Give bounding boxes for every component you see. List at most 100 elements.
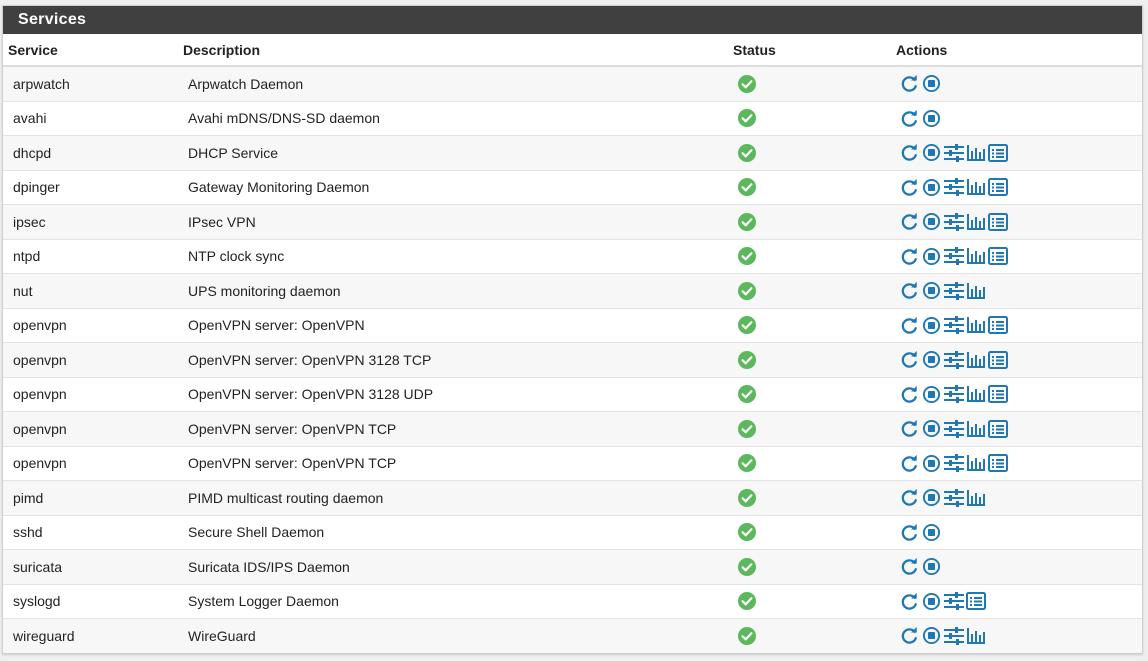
service-status-cell: [728, 100, 890, 136]
restart-icon[interactable]: [900, 419, 921, 439]
restart-icon[interactable]: [900, 212, 921, 232]
stop-icon[interactable]: [922, 212, 943, 232]
table-row: openvpn OpenVPN server: OpenVPN 3128 TCP: [3, 342, 1142, 377]
status-running-icon: [738, 350, 890, 369]
restart-icon[interactable]: [900, 488, 921, 508]
settings-sliders-icon[interactable]: [944, 212, 965, 232]
log-list-icon[interactable]: [988, 246, 1009, 266]
restart-icon[interactable]: [900, 315, 921, 335]
bar-chart-icon[interactable]: [966, 143, 987, 163]
restart-icon[interactable]: [900, 626, 921, 646]
log-list-icon[interactable]: [988, 384, 1009, 404]
settings-sliders-icon[interactable]: [944, 281, 965, 301]
service-name: dhcpd: [3, 135, 178, 170]
status-running-icon: [738, 143, 890, 162]
status-running-icon: [738, 592, 890, 611]
log-list-icon[interactable]: [988, 177, 1009, 197]
stop-icon[interactable]: [922, 143, 943, 163]
action-buttons: [900, 171, 1142, 205]
stop-icon[interactable]: [922, 177, 943, 197]
bar-chart-icon[interactable]: [966, 177, 987, 197]
service-description: PIMD multicast routing daemon: [178, 480, 728, 515]
stop-icon[interactable]: [922, 74, 943, 94]
settings-sliders-icon[interactable]: [944, 177, 965, 197]
restart-icon[interactable]: [900, 384, 921, 404]
action-buttons: [900, 274, 1142, 308]
stop-icon[interactable]: [922, 108, 943, 128]
log-list-icon[interactable]: [988, 315, 1009, 335]
log-list-icon[interactable]: [988, 143, 1009, 163]
service-description: Secure Shell Daemon: [178, 514, 728, 550]
action-buttons: [900, 412, 1142, 446]
bar-chart-icon[interactable]: [966, 488, 987, 508]
panel-title: Services: [3, 6, 1142, 34]
settings-sliders-icon[interactable]: [944, 419, 965, 439]
restart-icon[interactable]: [900, 281, 921, 301]
bar-chart-icon[interactable]: [966, 626, 987, 646]
log-list-icon[interactable]: [988, 350, 1009, 370]
bar-chart-icon[interactable]: [966, 453, 987, 473]
restart-icon[interactable]: [900, 522, 921, 542]
stop-icon[interactable]: [922, 315, 943, 335]
stop-icon[interactable]: [922, 626, 943, 646]
service-status-cell: [728, 549, 890, 584]
log-list-icon[interactable]: [966, 591, 987, 611]
stop-icon[interactable]: [922, 419, 943, 439]
log-list-icon[interactable]: [988, 419, 1009, 439]
settings-sliders-icon[interactable]: [944, 350, 965, 370]
table-row: arpwatch Arpwatch Daemon: [3, 65, 1142, 101]
settings-sliders-icon[interactable]: [944, 384, 965, 404]
stop-icon[interactable]: [922, 522, 943, 542]
log-list-icon[interactable]: [988, 453, 1009, 473]
service-actions-cell: [890, 100, 1142, 136]
stop-icon[interactable]: [922, 281, 943, 301]
settings-sliders-icon[interactable]: [944, 246, 965, 266]
service-actions-cell: [890, 273, 1142, 308]
service-name: ipsec: [3, 204, 178, 239]
bar-chart-icon[interactable]: [966, 212, 987, 232]
settings-sliders-icon[interactable]: [944, 453, 965, 473]
service-description: System Logger Daemon: [178, 583, 728, 619]
restart-icon[interactable]: [900, 177, 921, 197]
restart-icon[interactable]: [900, 350, 921, 370]
settings-sliders-icon[interactable]: [944, 626, 965, 646]
restart-icon[interactable]: [900, 108, 921, 128]
restart-icon[interactable]: [900, 74, 921, 94]
services-panel: Services Service Description Status Acti…: [2, 5, 1143, 654]
stop-icon[interactable]: [922, 384, 943, 404]
stop-icon[interactable]: [922, 453, 943, 473]
bar-chart-icon[interactable]: [966, 246, 987, 266]
bar-chart-icon[interactable]: [966, 384, 987, 404]
stop-icon[interactable]: [922, 246, 943, 266]
service-actions-cell: [890, 169, 1142, 205]
bar-chart-icon[interactable]: [966, 315, 987, 335]
restart-icon[interactable]: [900, 143, 921, 163]
stop-icon[interactable]: [922, 350, 943, 370]
stop-icon[interactable]: [922, 557, 943, 577]
service-name: pimd: [3, 480, 178, 515]
status-running-icon: [738, 385, 890, 404]
restart-icon[interactable]: [900, 453, 921, 473]
bar-chart-icon[interactable]: [966, 350, 987, 370]
settings-sliders-icon[interactable]: [944, 488, 965, 508]
bar-chart-icon[interactable]: [966, 419, 987, 439]
table-row: openvpn OpenVPN server: OpenVPN 3128 UDP: [3, 376, 1142, 412]
service-name: openvpn: [3, 342, 178, 377]
stop-icon[interactable]: [922, 591, 943, 611]
service-description: NTP clock sync: [178, 238, 728, 274]
restart-icon[interactable]: [900, 246, 921, 266]
bar-chart-icon[interactable]: [966, 281, 987, 301]
service-description: OpenVPN server: OpenVPN 3128 TCP: [178, 342, 728, 377]
service-status-cell: [728, 376, 890, 412]
settings-sliders-icon[interactable]: [944, 591, 965, 611]
table-row: openvpn OpenVPN server: OpenVPN TCP: [3, 445, 1142, 481]
restart-icon[interactable]: [900, 557, 921, 577]
log-list-icon[interactable]: [988, 212, 1009, 232]
service-status-cell: [728, 480, 890, 515]
service-description: OpenVPN server: OpenVPN: [178, 307, 728, 343]
settings-sliders-icon[interactable]: [944, 315, 965, 335]
stop-icon[interactable]: [922, 488, 943, 508]
restart-icon[interactable]: [900, 591, 921, 611]
service-description: Arpwatch Daemon: [178, 65, 728, 101]
settings-sliders-icon[interactable]: [944, 143, 965, 163]
